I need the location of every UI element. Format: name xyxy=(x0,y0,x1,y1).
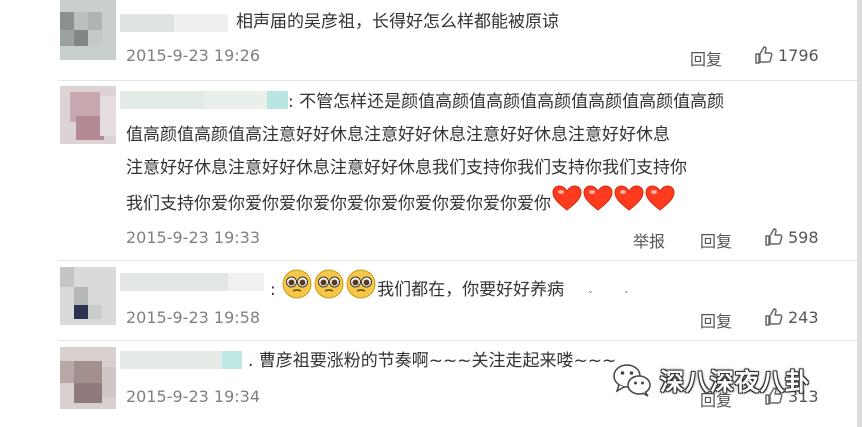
pleading-face-emoji-icon xyxy=(345,268,377,312)
like-count: 243 xyxy=(788,307,819,327)
pleading-face-emoji-icon xyxy=(313,268,345,312)
comment-timestamp: 2015-9-23 19:33 xyxy=(126,228,260,247)
pleading-face-emoji-icon xyxy=(281,268,313,312)
emoticon-fragment: ˇ xyxy=(624,291,629,302)
watermark: 深八深夜八卦 xyxy=(612,362,810,397)
emoticon-fragment: ˇ xyxy=(588,291,593,302)
wechat-logo-icon xyxy=(613,363,651,397)
comment-1: 相声届的吴彦祖，长得好怎么样都能被原谅 2015-9-23 19:26 回复 1… xyxy=(0,0,857,80)
avatar-blurred xyxy=(60,347,116,409)
like-button[interactable]: 243 xyxy=(764,307,819,327)
username-blurred[interactable] xyxy=(120,14,228,32)
avatar-blurred xyxy=(60,0,116,60)
comment-text: : 我们都在，你要好好养病 xyxy=(270,268,564,312)
comment-text: . 曹彦祖要涨粉的节奏啊~~~关注走起来喽~~~ xyxy=(248,351,617,371)
comment-timestamp: 2015-9-23 19:58 xyxy=(126,308,260,327)
reply-button[interactable]: 回复 xyxy=(700,308,732,332)
avatar-blurred xyxy=(60,267,116,325)
heart-emoji-icon xyxy=(552,185,582,223)
thumbs-up-icon xyxy=(765,228,783,246)
heart-emoji-icon xyxy=(645,185,675,223)
username-blurred[interactable] xyxy=(120,351,242,369)
comment-3: : 我们都在，你要好好养病 ˇ ˇ 2015-9-23 19:58 回复 243 xyxy=(0,261,857,341)
comment-text: : 不管怎样还是颜值高颜值高颜值高颜值高颜值高颜值高颜 值高颜值高颜值高注意好好… xyxy=(126,86,724,223)
thumbs-up-icon xyxy=(755,46,773,64)
comment-timestamp: 2015-9-23 19:34 xyxy=(126,387,260,406)
report-button[interactable]: 举报 xyxy=(633,228,665,252)
watermark-text: 深八深夜八卦 xyxy=(660,368,810,396)
thumbs-up-icon xyxy=(765,308,783,326)
like-count: 1796 xyxy=(778,45,819,65)
comment-text: 相声届的吴彦祖，长得好怎么样都能被原谅 xyxy=(236,12,559,32)
username-blurred[interactable] xyxy=(120,273,264,291)
comment-timestamp: 2015-9-23 19:26 xyxy=(126,46,260,65)
avatar-blurred xyxy=(60,86,116,144)
reply-button[interactable]: 回复 xyxy=(700,228,732,252)
heart-emoji-icon xyxy=(583,185,613,223)
like-count: 598 xyxy=(788,227,819,247)
comment-2: : 不管怎样还是颜值高颜值高颜值高颜值高颜值高颜值高颜 值高颜值高颜值高注意好好… xyxy=(0,81,857,261)
reply-button[interactable]: 回复 xyxy=(690,46,722,70)
like-button[interactable]: 1796 xyxy=(754,45,819,65)
like-button[interactable]: 598 xyxy=(764,227,819,247)
scrollbar-track xyxy=(857,0,862,427)
heart-emoji-icon xyxy=(614,185,644,223)
